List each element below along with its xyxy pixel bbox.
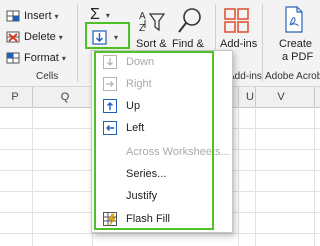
svg-text:Z: Z: [139, 23, 145, 34]
column-header-p[interactable]: P: [0, 87, 30, 107]
pdf-icon[interactable]: [284, 6, 304, 34]
addins-group-label: Add-ins: [228, 71, 262, 82]
delete-cells-icon: [6, 30, 20, 44]
create-pdf-label-line2[interactable]: a PDF: [282, 51, 313, 63]
column-divider: [238, 87, 239, 107]
insert-button[interactable]: Insert ▾: [6, 7, 59, 25]
fill-button-highlight: [85, 22, 130, 49]
sort-filter-label[interactable]: Sort &: [136, 38, 167, 50]
format-cells-icon: [6, 51, 20, 65]
addins-icon[interactable]: [224, 8, 250, 34]
chevron-down-icon[interactable]: ▾: [62, 54, 66, 63]
group-separator: [77, 4, 78, 82]
acrobat-group-label: Adobe Acrobat: [265, 71, 320, 82]
column-divider: [32, 87, 33, 107]
format-button[interactable]: Format ▾: [6, 49, 66, 67]
fill-menu-highlight: [94, 51, 214, 230]
delete-label: Delete: [24, 31, 56, 43]
format-label: Format: [24, 52, 59, 64]
insert-label: Insert: [24, 10, 52, 22]
addins-label[interactable]: Add-ins: [220, 38, 257, 50]
cells-group-label: Cells: [36, 71, 59, 82]
search-icon[interactable]: [176, 6, 204, 36]
column-header-v[interactable]: V: [256, 87, 306, 107]
insert-cells-icon: [6, 9, 20, 23]
column-divider: [314, 87, 315, 107]
find-select-label[interactable]: Find &: [172, 38, 204, 50]
create-pdf-label-line1[interactable]: Create: [279, 38, 312, 50]
sort-filter-icon[interactable]: AZ: [136, 6, 168, 36]
group-separator: [262, 4, 263, 82]
chevron-down-icon[interactable]: ▾: [59, 33, 63, 42]
chevron-down-icon[interactable]: ▾: [106, 11, 110, 20]
delete-button[interactable]: Delete ▾: [6, 28, 63, 46]
chevron-down-icon[interactable]: ▾: [55, 12, 59, 21]
grid-line: [0, 233, 320, 234]
column-header-q[interactable]: Q: [45, 87, 85, 107]
